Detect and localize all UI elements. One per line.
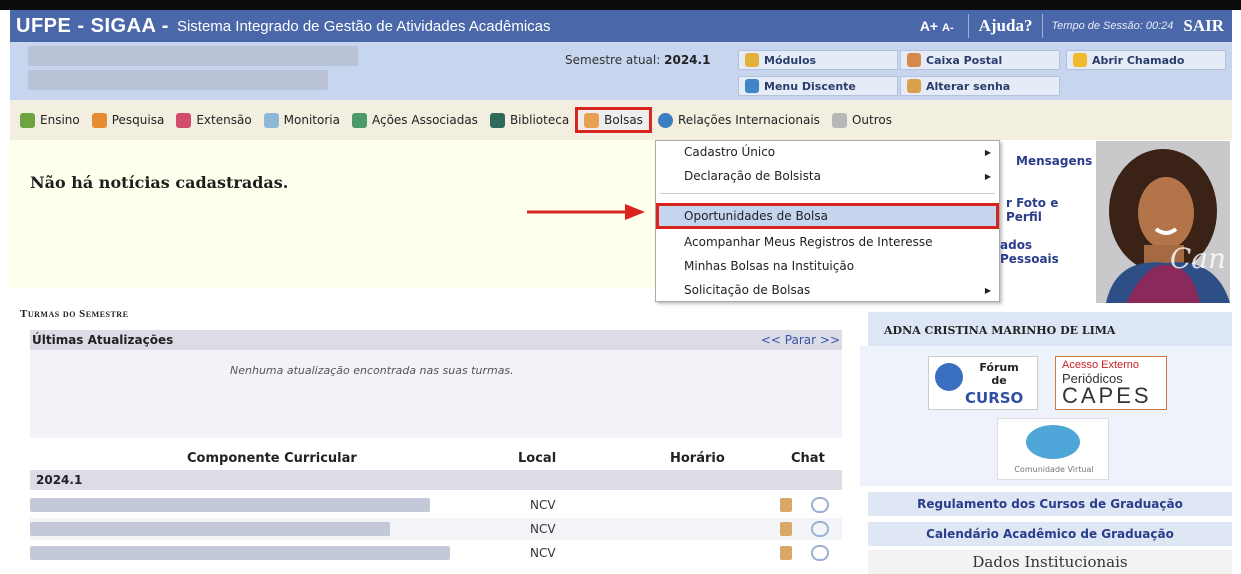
menu-extensao[interactable]: Extensão <box>170 107 257 133</box>
capes-periodicos-banner[interactable]: Acesso Externo Periódicos CAPES <box>1055 356 1167 410</box>
no-updates-message: Nenhuma atualização encontrada nas suas … <box>230 364 514 377</box>
top-dark-band <box>0 0 1241 10</box>
menu-biblioteca[interactable]: Biblioteca <box>484 107 575 133</box>
pause-updates-link[interactable]: << Parar >> <box>761 333 840 347</box>
community-icon <box>1026 425 1080 459</box>
menu-bolsas[interactable]: Bolsas <box>575 107 652 133</box>
ensino-icon <box>20 112 35 128</box>
menu-discente-button[interactable]: Menu Discente <box>738 76 898 96</box>
column-chat: Chat <box>791 450 825 466</box>
photo-watermark: Can <box>1169 242 1226 275</box>
class-location: NCV <box>530 546 556 560</box>
monitoria-icon <box>263 112 279 128</box>
modulos-button[interactable]: Módulos <box>738 50 898 70</box>
blurred-course-name <box>30 498 430 512</box>
help-link[interactable]: Ajuda? <box>969 16 1043 36</box>
student-menu-icon <box>745 79 759 93</box>
logout-button[interactable]: SAIR <box>1181 16 1224 36</box>
user-info-bar: Semestre atual: 2024.1 Módulos Caixa Pos… <box>10 42 1232 100</box>
updates-panel: Nenhuma atualização encontrada nas suas … <box>30 350 842 438</box>
semester-group-row: 2024.1 <box>30 470 842 490</box>
regulamento-link[interactable]: Regulamento dos Cursos de Graduação <box>868 492 1232 516</box>
foto-perfil-link[interactable]: r Foto e Perfil <box>1006 196 1095 224</box>
profile-links: Mensagens r Foto e Perfil ados Pessoais <box>860 140 1095 300</box>
key-icon <box>907 79 921 93</box>
student-photo: Can <box>1096 141 1230 303</box>
forum-icon <box>935 363 963 391</box>
caixa-postal-button[interactable]: Caixa Postal <box>900 50 1060 70</box>
table-row: NCV <box>30 518 842 540</box>
class-location: NCV <box>530 498 556 512</box>
menu-monitoria[interactable]: Monitoria <box>258 107 346 133</box>
system-name: Sistema Integrado de Gestão de Atividade… <box>176 17 551 35</box>
header-actions: A+ A- Ajuda? Tempo de Sessão: 00:24 SAIR <box>920 10 1224 42</box>
current-semester: Semestre atual: 2024.1 <box>565 53 711 67</box>
brand-title: UFPE - SIGAA - <box>16 14 169 37</box>
chat-icon[interactable] <box>811 521 829 537</box>
updates-header-bar: Últimas Atualizações << Parar >> <box>30 330 842 350</box>
font-decrease-button[interactable]: A- <box>942 22 954 34</box>
no-news-message: Não há notícias cadastradas. <box>30 173 289 192</box>
student-name: ADNA CRISTINA MARINHO DE LIMA <box>868 312 1232 346</box>
alterar-senha-button[interactable]: Alterar senha <box>900 76 1060 96</box>
menu-acoes-associadas[interactable]: Ações Associadas <box>346 107 484 133</box>
turmas-section-title: Turmas do Semestre <box>20 308 129 320</box>
right-panel: Mensagens r Foto e Perfil ados Pessoais … <box>860 140 1232 574</box>
menu-pesquisa[interactable]: Pesquisa <box>86 107 171 133</box>
red-arrow-annotation <box>527 204 645 220</box>
ticket-icon <box>1073 53 1087 67</box>
mailbox-icon <box>907 53 921 67</box>
blurred-course-name <box>30 546 450 560</box>
forum-curso-banner[interactable]: Fórum de CURSO <box>928 356 1038 410</box>
chat-icon[interactable] <box>811 545 829 561</box>
table-row: NCV <box>30 494 842 516</box>
class-location: NCV <box>530 522 556 536</box>
globe-icon <box>657 112 673 128</box>
menu-relacoes-internacionais[interactable]: Relações Internacionais <box>652 107 826 133</box>
table-row: NCV <box>30 542 842 564</box>
modules-icon <box>745 53 759 67</box>
outros-icon <box>831 112 847 128</box>
abrir-chamado-button[interactable]: Abrir Chamado <box>1066 50 1226 70</box>
comunidade-virtual-banner[interactable]: Comunidade Virtual <box>997 418 1109 480</box>
quick-links-box: Fórum de CURSO Acesso Externo Periódicos … <box>860 346 1232 486</box>
dados-institucionais-heading[interactable]: Dados Institucionais <box>868 550 1232 574</box>
acoes-icon <box>351 112 367 128</box>
bolsas-icon <box>584 112 600 128</box>
column-horario: Horário <box>670 450 725 466</box>
classes-table-header: Componente Curricular Local Horário Chat <box>30 446 842 470</box>
forum-icon[interactable] <box>780 546 792 560</box>
forum-icon[interactable] <box>780 522 792 536</box>
mensagens-link[interactable]: Mensagens <box>1016 154 1092 168</box>
menu-ensino[interactable]: Ensino <box>14 107 86 133</box>
forum-icon[interactable] <box>780 498 792 512</box>
updates-title: Últimas Atualizações <box>32 333 174 347</box>
blurred-user-info <box>28 46 358 66</box>
blurred-user-info <box>28 70 328 90</box>
biblioteca-icon <box>489 112 505 128</box>
pesquisa-icon <box>91 112 107 128</box>
top-header: UFPE - SIGAA - Sistema Integrado de Gest… <box>10 10 1232 42</box>
font-increase-button[interactable]: A+ A- <box>920 18 954 34</box>
chat-icon[interactable] <box>811 497 829 513</box>
main-menu-bar: Ensino Pesquisa Extensão Monitoria Ações… <box>10 100 1232 140</box>
calendario-link[interactable]: Calendário Acadêmico de Graduação <box>868 522 1232 546</box>
column-local: Local <box>518 450 557 466</box>
extensao-icon <box>176 112 192 128</box>
blurred-course-name <box>30 522 390 536</box>
dados-pessoais-link[interactable]: ados Pessoais <box>1000 238 1095 266</box>
column-componente: Componente Curricular <box>187 450 357 466</box>
menu-outros[interactable]: Outros <box>826 107 898 133</box>
session-timer: Tempo de Sessão: 00:24 <box>1051 20 1174 32</box>
